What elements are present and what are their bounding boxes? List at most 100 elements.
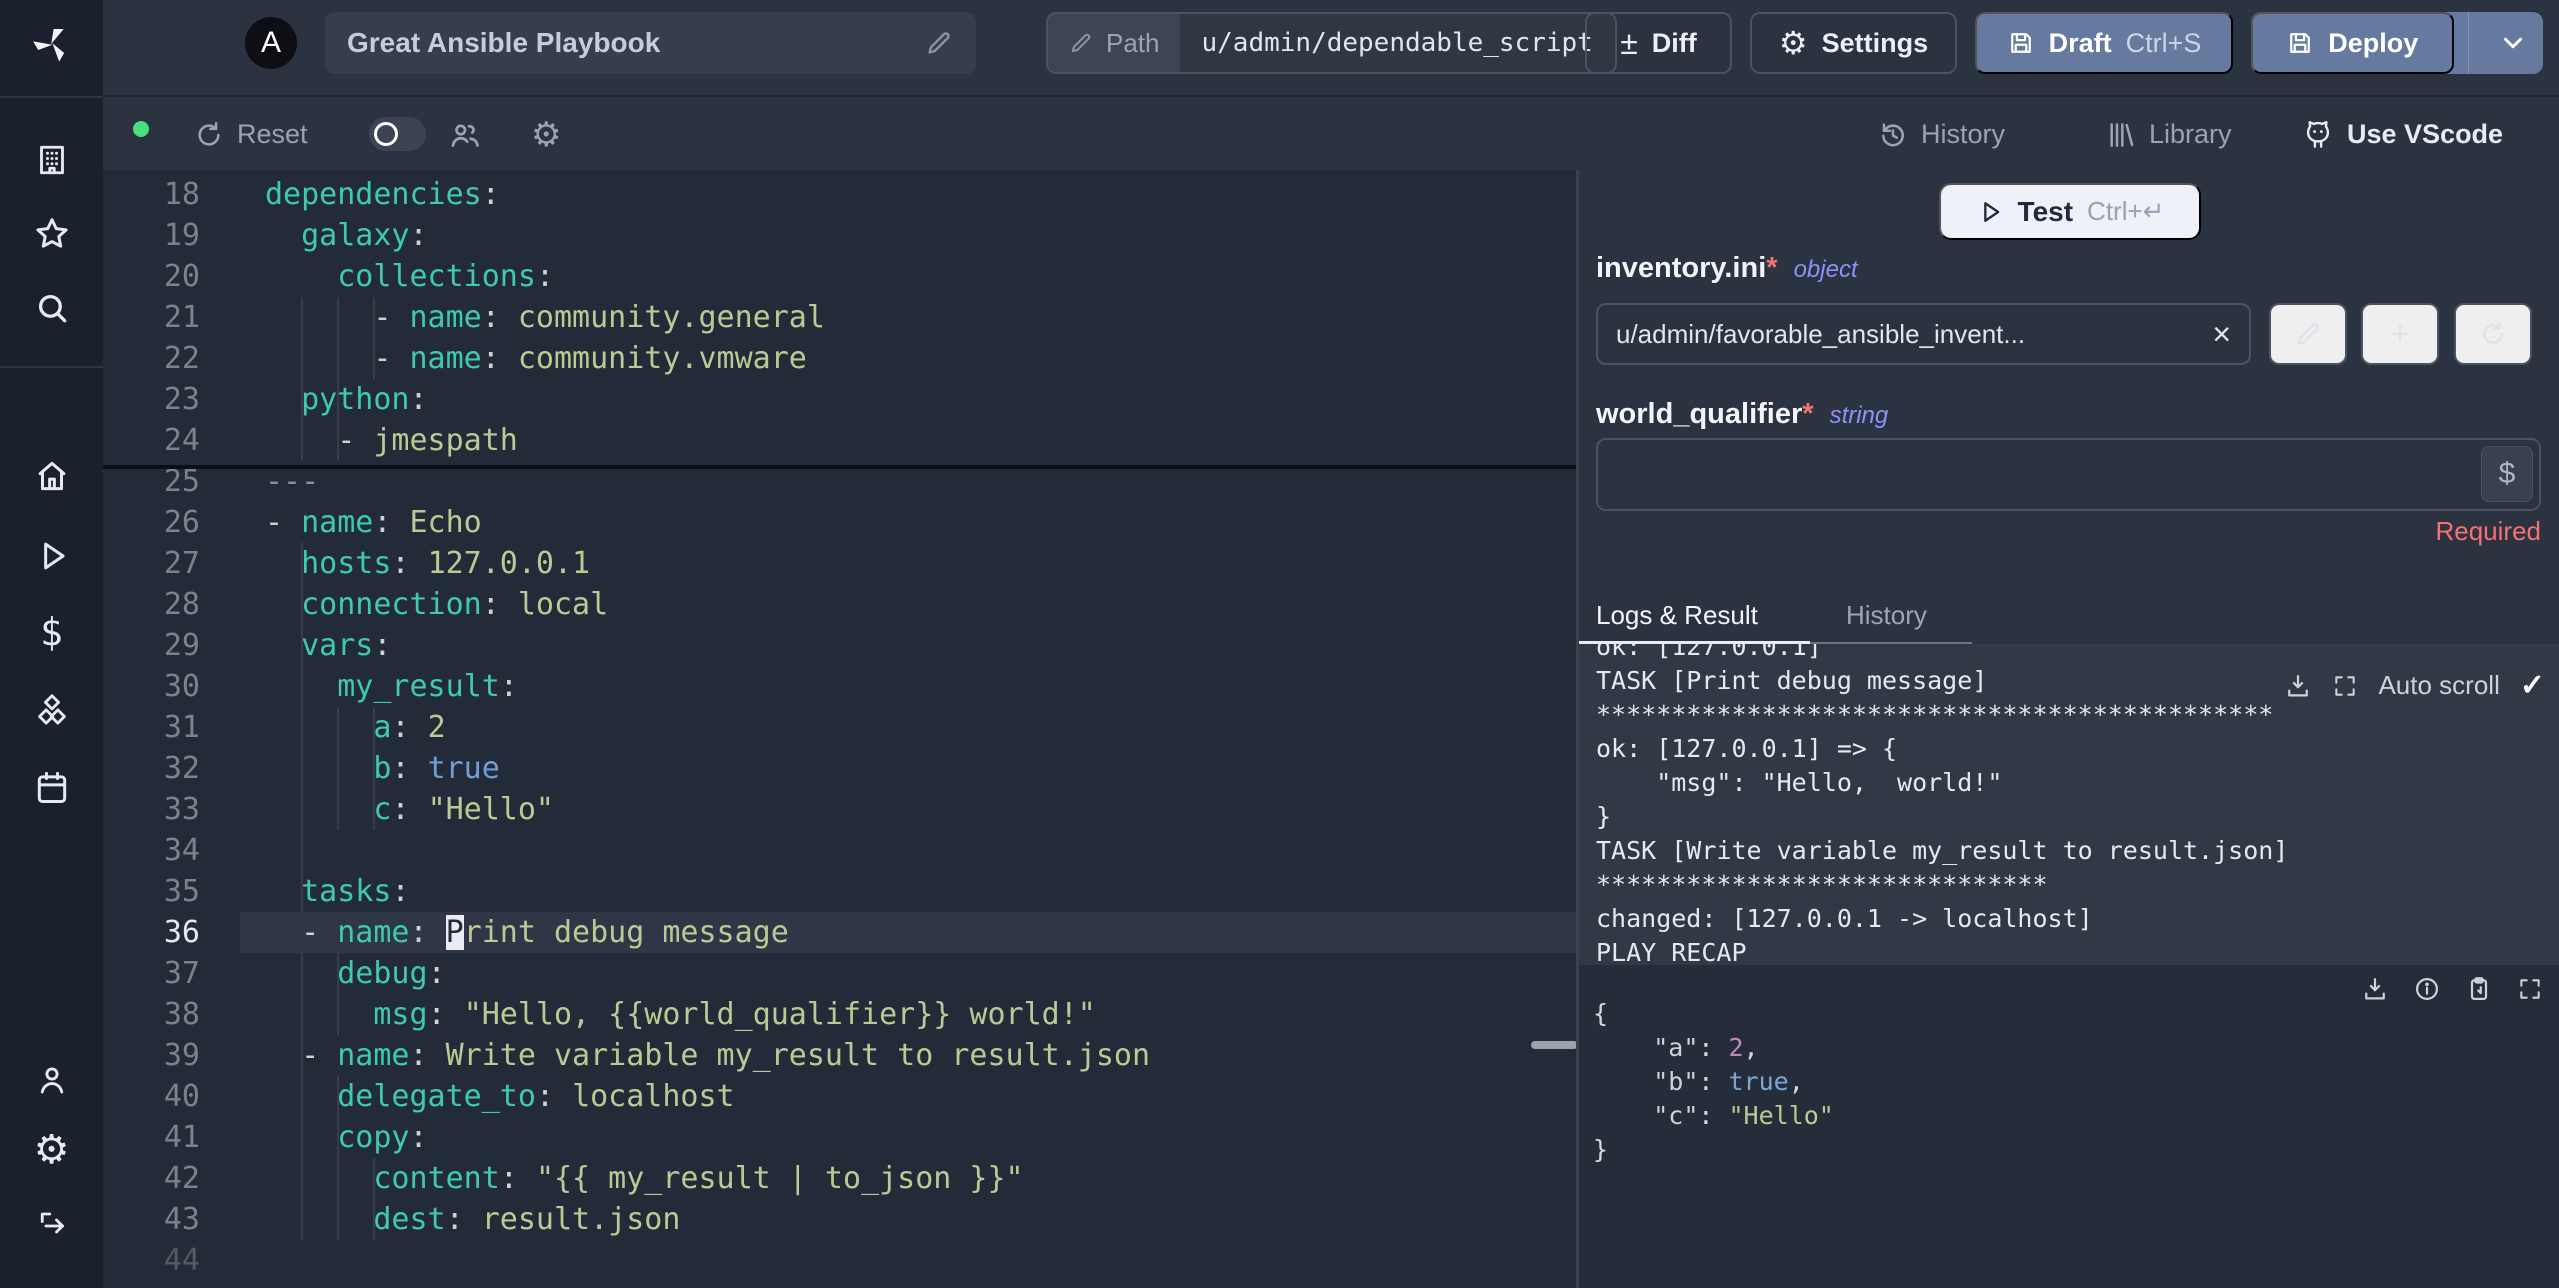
add-resource-plus-button[interactable]: +: [2361, 303, 2439, 365]
code-line-34[interactable]: 34: [103, 830, 1578, 871]
deploy-dropdown-button[interactable]: [2483, 12, 2543, 74]
code-line-29[interactable]: 29 vars:: [103, 625, 1578, 666]
line-number: 34: [163, 833, 200, 868]
script-title-input[interactable]: Great Ansible Playbook: [325, 12, 976, 74]
code-line-20[interactable]: 20 collections:: [103, 256, 1578, 297]
schedules-calendar-icon[interactable]: [33, 769, 71, 807]
variable-picker-dollar-button[interactable]: $: [2481, 446, 2533, 502]
result-json: { "a": 2, "b": true, "c": "Hello"}: [1593, 997, 1834, 1167]
log-line: }: [1596, 802, 1612, 831]
code-line-41[interactable]: 41 copy:: [103, 1117, 1578, 1158]
panel-resize-handle[interactable]: [1531, 1041, 1578, 1049]
logs-output[interactable]: ok: [127.0.0.1] TASK [Print debug message…: [1579, 644, 2559, 965]
world-qualifier-textarea[interactable]: $: [1596, 438, 2541, 511]
code-line-26[interactable]: 26- name: Echo: [103, 502, 1578, 543]
copy-clipboard-icon[interactable]: [2465, 975, 2493, 1003]
diff-button[interactable]: ± Diff: [1585, 12, 1732, 74]
code-line-28[interactable]: 28 connection: local: [103, 584, 1578, 625]
code-line-37[interactable]: 37 debug:: [103, 953, 1578, 994]
line-number: 38: [163, 997, 200, 1032]
code-line-33[interactable]: 33 c: "Hello": [103, 789, 1578, 830]
line-number: 19: [163, 218, 200, 253]
test-button[interactable]: Test Ctrl+↵: [1939, 183, 2201, 240]
code-line-27[interactable]: 27 hosts: 127.0.0.1: [103, 543, 1578, 584]
edit-path-pencil-icon: [1068, 30, 1094, 56]
code-line-38[interactable]: 38 msg: "Hello, {{world_qualifier}} worl…: [103, 994, 1578, 1035]
sidebar-divider: [0, 366, 103, 368]
path-field[interactable]: Path u/admin/dependable_script: [1046, 12, 1617, 74]
code-line-39[interactable]: 39 - name: Write variable my_result to r…: [103, 1035, 1578, 1076]
code-line-19[interactable]: 19 galaxy:: [103, 215, 1578, 256]
path-label-section: Path: [1048, 14, 1180, 72]
windmill-logo-icon[interactable]: [32, 24, 72, 64]
code-line-23[interactable]: 23 python:: [103, 379, 1578, 420]
result-output[interactable]: { "a": 2, "b": true, "c": "Hello"}: [1579, 965, 2559, 1288]
settings-button[interactable]: ⚙ Settings: [1750, 12, 1957, 74]
diff-toggle[interactable]: [369, 117, 426, 151]
code-line-21[interactable]: 21 - name: community.general: [103, 297, 1578, 338]
result-json-line: "a": 2,: [1653, 1033, 1759, 1062]
edit-title-pencil-icon[interactable]: [924, 28, 954, 58]
refresh-resource-button[interactable]: [2454, 303, 2532, 365]
field-type-tag: object: [1793, 256, 1858, 283]
line-number: 37: [163, 956, 200, 991]
line-number: 23: [163, 382, 200, 417]
expand-logs-icon[interactable]: [2332, 673, 2358, 699]
draft-button[interactable]: Draft Ctrl+S: [1975, 12, 2233, 74]
status-dot: [133, 121, 149, 137]
code-line-24[interactable]: 24 - jmespath: [103, 420, 1578, 461]
resources-cubes-icon[interactable]: [32, 692, 72, 732]
inventory-resource-input[interactable]: u/admin/favorable_ansible_invent... ×: [1596, 303, 2251, 365]
tab-history[interactable]: History: [1846, 600, 1927, 631]
expand-result-icon[interactable]: [2517, 976, 2543, 1002]
panel-divider: [1576, 170, 1579, 1288]
auto-scroll-check-icon[interactable]: ✓: [2520, 668, 2545, 703]
line-number: 42: [163, 1161, 200, 1196]
code-line-42[interactable]: 42 content: "{{ my_result | to_json }}": [103, 1158, 1578, 1199]
edit-resource-pencil-button[interactable]: [2269, 303, 2347, 365]
tab-logs-result[interactable]: Logs & Result: [1596, 600, 1758, 631]
deploy-button[interactable]: Deploy: [2251, 12, 2454, 74]
reset-button[interactable]: Reset: [193, 99, 308, 170]
log-line: ******************************: [1596, 870, 2048, 899]
runs-play-icon[interactable]: [33, 537, 71, 575]
collaborators-users-icon[interactable]: [448, 99, 482, 170]
line-number: 31: [163, 710, 200, 745]
code-line-35[interactable]: 35 tasks:: [103, 871, 1578, 912]
line-number: 39: [163, 1038, 200, 1073]
editor-settings-gear-icon[interactable]: ⚙: [531, 99, 561, 170]
download-logs-icon[interactable]: [2284, 672, 2312, 700]
code-line-31[interactable]: 31 a: 2: [103, 707, 1578, 748]
use-vscode-button[interactable]: Use VScode: [2301, 99, 2503, 170]
deploy-split-divider: [2467, 12, 2470, 74]
favorites-star-icon[interactable]: [33, 215, 71, 253]
gear-icon: ⚙: [1778, 25, 1808, 61]
settings-gear-icon[interactable]: ⚙: [34, 1127, 70, 1173]
code-line-22[interactable]: 22 - name: community.vmware: [103, 338, 1578, 379]
code-line-43[interactable]: 43 dest: result.json: [103, 1199, 1578, 1240]
search-icon[interactable]: [33, 289, 71, 327]
workspace-building-icon[interactable]: [34, 142, 70, 178]
account-person-icon[interactable]: [34, 1062, 70, 1098]
variables-dollar-icon[interactable]: $: [40, 610, 63, 654]
editor-toolbar: Reset ⚙ History Library Use VScode: [103, 99, 2559, 170]
line-number: 43: [163, 1202, 200, 1237]
history-button[interactable]: History: [1877, 99, 2005, 170]
code-line-32[interactable]: 32 b: true: [103, 748, 1578, 789]
home-icon[interactable]: [33, 457, 71, 495]
required-error-text: Required: [2435, 516, 2541, 546]
code-line-18[interactable]: 18 dependencies:: [103, 174, 1578, 215]
info-icon[interactable]: [2413, 975, 2441, 1003]
code-line-40[interactable]: 40 delegate_to: localhost: [103, 1076, 1578, 1117]
logout-icon[interactable]: [34, 1208, 70, 1244]
line-number: 32: [163, 751, 200, 786]
download-result-icon[interactable]: [2361, 975, 2389, 1003]
log-line: ok: [127.0.0.1]: [1596, 644, 1822, 661]
code-line-36[interactable]: 36 - name: Print debug message: [103, 912, 1578, 953]
code-editor[interactable]: 18 dependencies: 19 galaxy: 20 collections:…: [103, 170, 1578, 1288]
library-button[interactable]: Library: [2105, 99, 2232, 170]
clear-x-icon[interactable]: ×: [2212, 318, 2231, 350]
sidebar-divider: [0, 96, 103, 98]
code-line-44[interactable]: 44: [103, 1240, 1578, 1281]
code-line-30[interactable]: 30 my_result:: [103, 666, 1578, 707]
